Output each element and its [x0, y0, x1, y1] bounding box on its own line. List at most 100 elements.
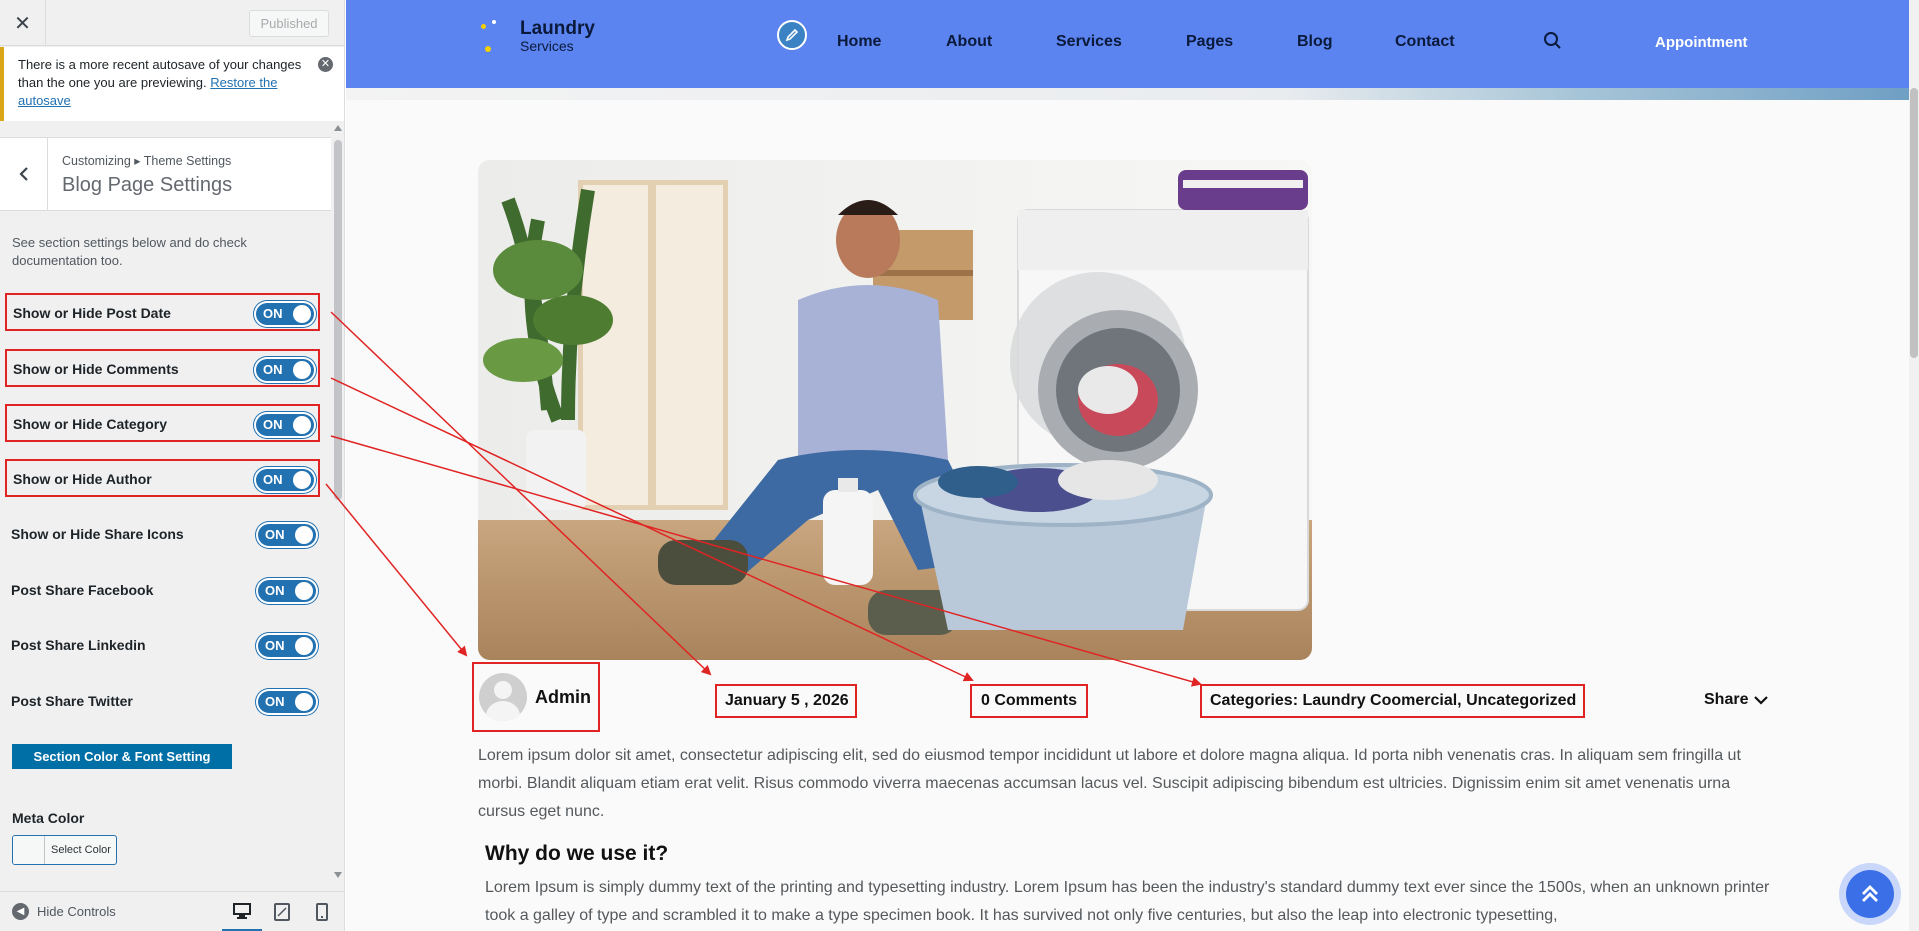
- setting-label: Show or Hide Post Date: [13, 305, 171, 321]
- setting-share-icons: Show or Hide Share Icons ON: [5, 516, 320, 554]
- breadcrumb: Customizing ▸ Theme Settings: [62, 154, 232, 168]
- toggle-state: ON: [265, 527, 285, 542]
- search-icon[interactable]: [1543, 31, 1562, 50]
- hero-banner-edge: [346, 88, 1909, 100]
- sidebar-scrollbar[interactable]: [331, 122, 344, 882]
- scroll-up-icon[interactable]: [334, 125, 342, 131]
- customizer-header: ✕ Published: [0, 0, 344, 46]
- toggle-knob: [293, 305, 311, 323]
- section-color-font-button[interactable]: Section Color & Font Setting: [12, 744, 232, 769]
- collapse-arrow-icon: ◀: [12, 903, 29, 920]
- toggle-state: ON: [265, 694, 285, 709]
- section-title: Blog Page Settings: [62, 174, 233, 196]
- meta-color-picker[interactable]: Select Color: [12, 835, 117, 865]
- scroll-to-top-button[interactable]: [1839, 863, 1901, 925]
- post-comments[interactable]: 0 Comments: [970, 684, 1088, 718]
- post-featured-image: [478, 160, 1312, 660]
- edit-shortcut-button[interactable]: [777, 20, 807, 50]
- logo-subtitle: Services: [520, 38, 574, 54]
- logo-dot: [485, 46, 491, 52]
- nav-contact[interactable]: Contact: [1395, 33, 1455, 51]
- desktop-icon: [233, 902, 251, 919]
- logo-dot: [481, 24, 486, 29]
- toggle-state: ON: [263, 362, 283, 377]
- setting-label: Show or Hide Share Icons: [11, 526, 184, 542]
- preview-scrollbar[interactable]: [1909, 0, 1919, 931]
- share-twitter-toggle[interactable]: ON: [256, 689, 318, 715]
- customizer-footer: ◀ Hide Controls: [0, 891, 344, 931]
- nav-home[interactable]: Home: [837, 33, 881, 51]
- setting-label: Post Share Twitter: [11, 693, 133, 709]
- post-categories[interactable]: Categories: Laundry Coomercial, Uncatego…: [1200, 684, 1585, 718]
- hide-controls-button[interactable]: ◀ Hide Controls: [12, 903, 116, 920]
- logo-dot: [492, 20, 496, 24]
- setting-comments: Show or Hide Comments ON: [5, 349, 320, 387]
- hide-controls-label: Hide Controls: [37, 904, 116, 919]
- setting-label: Show or Hide Category: [13, 416, 168, 432]
- toggle-state: ON: [263, 417, 283, 432]
- publish-button[interactable]: Published: [249, 10, 329, 37]
- nav-pages[interactable]: Pages: [1186, 33, 1233, 51]
- setting-label: Show or Hide Author: [13, 471, 152, 487]
- mobile-preview-button[interactable]: [302, 892, 342, 931]
- toggle-knob: [295, 637, 313, 655]
- mobile-icon: [316, 903, 328, 921]
- post-date[interactable]: January 5 , 2026: [715, 684, 857, 718]
- setting-share-linkedin: Post Share Linkedin ON: [5, 627, 320, 665]
- customizer-sidebar: ✕ Published There is a more recent autos…: [0, 0, 345, 931]
- preview-scroll-thumb[interactable]: [1910, 88, 1918, 358]
- category-toggle[interactable]: ON: [254, 412, 316, 438]
- share-linkedin-toggle[interactable]: ON: [256, 633, 318, 659]
- site-header: Laundry Services Home About Services Pag…: [346, 0, 1909, 88]
- setting-author: Show or Hide Author ON: [5, 459, 320, 497]
- pencil-icon: [785, 28, 799, 42]
- toggle-state: ON: [265, 638, 285, 653]
- back-button[interactable]: [0, 138, 48, 210]
- post-body-2: Lorem Ipsum is simply dummy text of the …: [485, 879, 1770, 924]
- comments-toggle[interactable]: ON: [254, 357, 316, 383]
- tablet-preview-button[interactable]: [262, 892, 302, 931]
- meta-color-label: Meta Color: [12, 810, 85, 826]
- tablet-icon: [274, 903, 290, 921]
- author-toggle[interactable]: ON: [254, 467, 316, 493]
- double-chevron-up-icon: [1862, 885, 1878, 902]
- share-facebook-toggle[interactable]: ON: [256, 578, 318, 604]
- desktop-preview-button[interactable]: [222, 892, 262, 931]
- section-description: See section settings below and do check …: [12, 235, 247, 268]
- appointment-button[interactable]: Appointment: [1655, 34, 1747, 51]
- site-preview: Laundry Services Home About Services Pag…: [346, 0, 1919, 931]
- laundry-photo: [478, 160, 1312, 660]
- toggle-state: ON: [263, 306, 283, 321]
- setting-share-twitter: Post Share Twitter ON: [5, 683, 320, 721]
- post-subheading: Why do we use it?: [485, 842, 669, 865]
- dismiss-notice-icon[interactable]: ✕: [318, 57, 333, 72]
- toggle-knob: [293, 471, 311, 489]
- toggle-knob: [295, 582, 313, 600]
- site-logo[interactable]: Laundry Services: [478, 18, 608, 58]
- select-color-label: Select Color: [51, 844, 111, 856]
- nav-about[interactable]: About: [946, 33, 992, 51]
- setting-post-date: Show or Hide Post Date ON: [5, 293, 320, 331]
- toggle-knob: [293, 416, 311, 434]
- nav-services[interactable]: Services: [1056, 33, 1122, 51]
- chevron-down-icon: [1754, 696, 1769, 705]
- share-button[interactable]: Share: [1704, 691, 1769, 709]
- post-author[interactable]: Admin: [472, 662, 600, 732]
- share-icons-toggle[interactable]: ON: [256, 522, 318, 548]
- close-customizer-button[interactable]: ✕: [0, 0, 46, 46]
- chevron-left-icon: [18, 167, 28, 181]
- sidebar-scroll-thumb[interactable]: [334, 140, 342, 500]
- setting-label: Post Share Linkedin: [11, 637, 146, 653]
- logo-title: Laundry: [520, 18, 595, 39]
- setting-label: Post Share Facebook: [11, 582, 154, 598]
- scroll-down-icon[interactable]: [334, 872, 342, 878]
- nav-blog[interactable]: Blog: [1297, 33, 1333, 51]
- toggle-knob: [295, 693, 313, 711]
- close-icon: ✕: [14, 12, 31, 35]
- toggle-knob: [293, 361, 311, 379]
- toggle-knob: [295, 526, 313, 544]
- post-date-toggle[interactable]: ON: [254, 301, 316, 327]
- post-body: Lorem ipsum dolor sit amet, consectetur …: [478, 747, 1741, 820]
- autosave-notice: There is a more recent autosave of your …: [0, 47, 344, 121]
- setting-share-facebook: Post Share Facebook ON: [5, 572, 320, 610]
